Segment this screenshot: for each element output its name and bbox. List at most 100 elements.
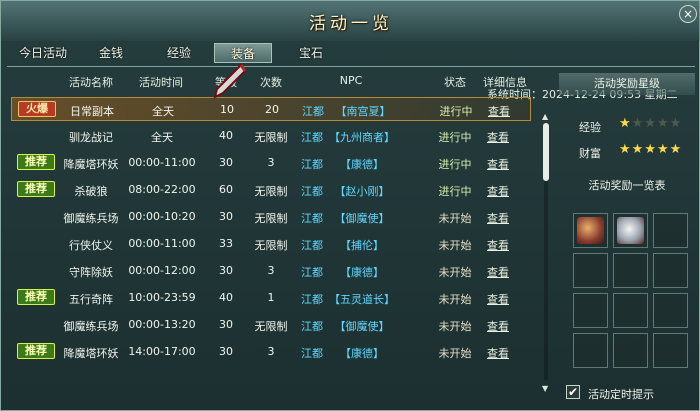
reward-level-title: 活动奖励星级 xyxy=(559,73,695,95)
npc-place-link[interactable]: 江都 xyxy=(299,156,325,172)
reward-slot[interactable] xyxy=(573,213,608,248)
activity-time: 00:00-12:00 xyxy=(128,264,196,277)
activity-time: 14:00-17:00 xyxy=(128,345,196,358)
table-row[interactable]: 推荐 降魔塔环妖 14:00-17:00 30 3 江都 【康德】 未开始 查看 xyxy=(11,340,531,364)
window-title: 活动一览 xyxy=(309,14,393,34)
recommend-badge: 推荐 xyxy=(17,289,55,305)
activity-level: 30 xyxy=(219,156,233,169)
table-row[interactable]: 御魔练兵场 00:00-10:20 30 无限制 江都 【御魔使】 未开始 查看 xyxy=(11,205,531,229)
reward-slot[interactable] xyxy=(653,213,688,248)
activity-status: 进行中 xyxy=(439,105,473,118)
header-detail: 详细信息 xyxy=(483,76,527,89)
tab-bar: 今日活动 金钱 经验 装备 宝石 系统时间：2024-12-24 09:53 星… xyxy=(1,43,700,101)
timer-notify-label: 活动定时提示 xyxy=(588,388,654,401)
reward-slot[interactable] xyxy=(613,253,648,288)
table-row[interactable]: 推荐 杀破狼 08:00-22:00 60 无限制 江都 【赵小刚】 进行中 查看 xyxy=(11,178,531,202)
detail-link[interactable]: 查看 xyxy=(483,129,513,145)
reward-slot[interactable] xyxy=(653,293,688,328)
npc-place-link[interactable]: 江都 xyxy=(299,183,325,199)
npc-name-link[interactable]: 【御魔使】 xyxy=(325,210,399,226)
gem-item-icon[interactable] xyxy=(617,217,644,244)
table-row[interactable]: 驯龙战记 全天 40 无限制 江都 【九州商者】 进行中 查看 xyxy=(11,124,531,148)
detail-link[interactable]: 查看 xyxy=(483,210,513,226)
armor-item-icon[interactable] xyxy=(577,217,604,244)
detail-link[interactable]: 查看 xyxy=(483,318,513,334)
detail-link[interactable]: 查看 xyxy=(483,264,513,280)
detail-link[interactable]: 查看 xyxy=(483,237,513,253)
activity-status: 进行中 xyxy=(438,131,472,144)
tab-equipment[interactable]: 装备 xyxy=(214,43,272,63)
activity-level: 10 xyxy=(220,103,234,116)
activity-time: 00:00-13:20 xyxy=(128,318,196,331)
close-button[interactable]: × xyxy=(679,5,697,23)
table-row[interactable]: 御魔练兵场 00:00-13:20 30 无限制 江都 【御魔使】 未开始 查看 xyxy=(11,313,531,337)
table-row[interactable]: 推荐 五行奇阵 10:00-23:59 40 1 江都 【五灵道长】 未开始 查看 xyxy=(11,286,531,310)
table-scrollbar[interactable]: ▲ ▼ xyxy=(542,113,550,393)
exp-stars: ★★★★★ xyxy=(619,116,682,131)
npc-name-link[interactable]: 【赵小刚】 xyxy=(325,183,399,199)
table-row[interactable]: 火爆 日常副本 全天 10 20 江都 【南宫夏】 进行中 查看 xyxy=(11,97,531,121)
detail-link[interactable]: 查看 xyxy=(483,291,513,307)
npc-place-link[interactable]: 江都 xyxy=(299,291,325,307)
detail-link[interactable]: 查看 xyxy=(483,156,513,172)
reward-slot[interactable] xyxy=(613,293,648,328)
tab-gem[interactable]: 宝石 xyxy=(283,43,339,63)
header-time: 活动时间 xyxy=(139,76,183,89)
activity-window: 活动一览 × 今日活动 金钱 经验 装备 宝石 系统时间：2024-12-24 … xyxy=(0,0,700,411)
reward-slot[interactable] xyxy=(653,333,688,368)
activity-count: 无限制 xyxy=(254,320,288,333)
npc-place-link[interactable]: 江都 xyxy=(299,129,325,145)
rewards-title: 活动奖励一览表 xyxy=(588,179,666,192)
tab-exp[interactable]: 经验 xyxy=(151,43,207,63)
star-filled-icon: ★ xyxy=(619,142,632,157)
detail-link[interactable]: 查看 xyxy=(483,183,513,199)
activity-name: 行侠仗义 xyxy=(69,239,113,252)
reward-slot[interactable] xyxy=(613,213,648,248)
table-row[interactable]: 行侠仗义 00:00-11:00 33 无限制 江都 【捕伦】 未开始 查看 xyxy=(11,232,531,256)
activity-count: 无限制 xyxy=(254,239,288,252)
reward-slot[interactable] xyxy=(613,333,648,368)
scroll-thumb[interactable] xyxy=(543,123,549,181)
npc-name-link[interactable]: 【南宫夏】 xyxy=(326,103,400,119)
scroll-down-icon[interactable]: ▼ xyxy=(542,385,550,393)
scroll-up-icon[interactable]: ▲ xyxy=(542,113,550,121)
tab-money[interactable]: 金钱 xyxy=(83,43,139,63)
table-row[interactable]: 守阵除妖 00:00-12:00 30 3 江都 【康德】 未开始 查看 xyxy=(11,259,531,283)
npc-name-link[interactable]: 【康德】 xyxy=(325,345,399,361)
reward-slot[interactable] xyxy=(573,253,608,288)
reward-slot[interactable] xyxy=(573,333,608,368)
npc-place-link[interactable]: 江都 xyxy=(300,103,326,119)
activity-level: 40 xyxy=(219,129,233,142)
npc-place-link[interactable]: 江都 xyxy=(299,318,325,334)
reward-slot[interactable] xyxy=(653,253,688,288)
npc-place-link[interactable]: 江都 xyxy=(299,345,325,361)
exp-label: 经验 xyxy=(579,121,601,134)
npc-name-link[interactable]: 【九州商者】 xyxy=(325,129,399,145)
recommend-badge: 推荐 xyxy=(17,181,55,197)
activity-time: 00:00-11:00 xyxy=(128,237,196,250)
npc-place-link[interactable]: 江都 xyxy=(299,210,325,226)
activity-count: 无限制 xyxy=(254,185,288,198)
table-row[interactable]: 推荐 降魔塔环妖 00:00-11:00 30 3 江都 【康德】 进行中 查看 xyxy=(11,151,531,175)
npc-name-link[interactable]: 【捕伦】 xyxy=(325,237,399,253)
tab-today[interactable]: 今日活动 xyxy=(11,43,75,63)
activity-time: 00:00-10:20 xyxy=(128,210,196,223)
npc-name-link[interactable]: 【康德】 xyxy=(325,156,399,172)
star-filled-icon: ★ xyxy=(644,142,657,157)
detail-link[interactable]: 查看 xyxy=(484,103,514,119)
star-filled-icon: ★ xyxy=(631,142,645,157)
npc-place-link[interactable]: 江都 xyxy=(299,237,325,253)
npc-place-link[interactable]: 江都 xyxy=(299,264,325,280)
npc-name-link[interactable]: 【康德】 xyxy=(325,264,399,280)
activity-time: 全天 xyxy=(152,105,174,118)
wealth-label: 财富 xyxy=(579,147,601,160)
activity-time: 全天 xyxy=(151,131,173,144)
reward-slot[interactable] xyxy=(573,293,608,328)
npc-name-link[interactable]: 【御魔使】 xyxy=(325,318,399,334)
detail-link[interactable]: 查看 xyxy=(483,345,513,361)
timer-notify-checkbox[interactable]: ✔ xyxy=(566,385,580,399)
activity-status: 未开始 xyxy=(438,320,472,333)
activity-name: 守阵除妖 xyxy=(69,266,113,279)
npc-name-link[interactable]: 【五灵道长】 xyxy=(325,291,399,307)
timer-notify-option[interactable]: ✔ 活动定时提示 xyxy=(564,383,694,403)
